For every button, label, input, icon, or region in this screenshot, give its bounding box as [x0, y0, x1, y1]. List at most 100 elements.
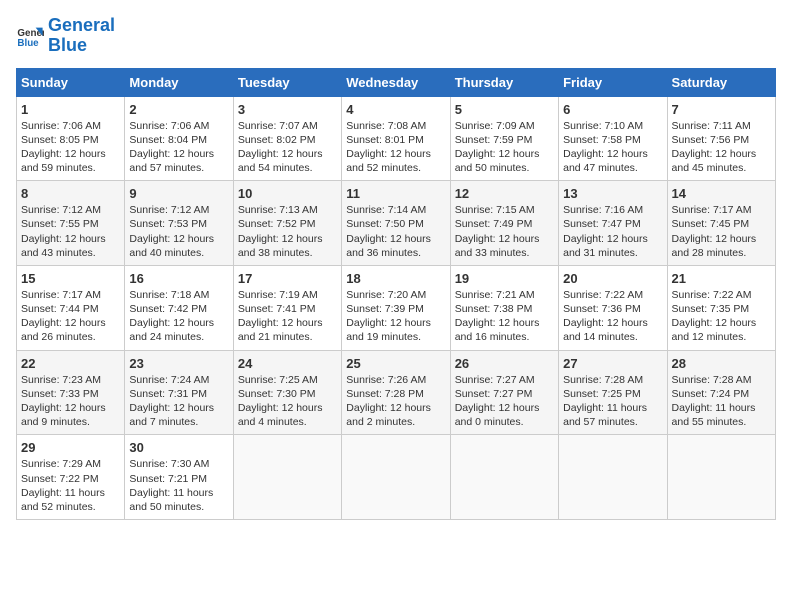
calendar-cell: 3Sunrise: 7:07 AM Sunset: 8:02 PM Daylig… [233, 96, 341, 181]
day-info: Sunrise: 7:06 AM Sunset: 8:05 PM Dayligh… [21, 119, 120, 176]
calendar-cell: 18 Sunrise: 7:20 AM Sunset: 7:39 PM Dayli… [342, 265, 450, 350]
day-info: Sunrise: 7:26 AM Sunset: 7:28 PM Dayligh… [346, 373, 445, 430]
calendar-cell: 27 Sunrise: 7:28 AM Sunset: 7:25 PM Dayli… [559, 350, 667, 435]
calendar-week-2: 8 Sunrise: 7:12 AM Sunset: 7:55 PM Daylig… [17, 181, 776, 266]
day-info: Sunrise: 7:22 AM Sunset: 7:35 PM Dayligh… [672, 288, 771, 345]
day-info: Sunrise: 7:12 AM Sunset: 7:55 PM Dayligh… [21, 203, 120, 260]
day-number: 17 [238, 271, 337, 286]
calendar-week-1: 1 Sunrise: 7:06 AM Sunset: 8:05 PM Daylig… [17, 96, 776, 181]
day-number: 20 [563, 271, 662, 286]
logo-text: GeneralBlue [48, 16, 115, 56]
day-number: 26 [455, 356, 554, 371]
day-number: 29 [21, 440, 120, 455]
calendar-cell: 9Sunrise: 7:12 AM Sunset: 7:53 PM Daylig… [125, 181, 233, 266]
calendar-cell: 15Sunrise: 7:17 AM Sunset: 7:44 PM Dayli… [17, 265, 125, 350]
day-info: Sunrise: 7:20 AM Sunset: 7:39 PM Dayligh… [346, 288, 445, 345]
calendar-cell [559, 435, 667, 520]
day-number: 22 [21, 356, 120, 371]
calendar-cell: 16 Sunrise: 7:18 AM Sunset: 7:42 PM Dayli… [125, 265, 233, 350]
day-number: 14 [672, 186, 771, 201]
calendar-cell: 28 Sunrise: 7:28 AM Sunset: 7:24 PM Dayli… [667, 350, 775, 435]
calendar-cell [450, 435, 558, 520]
calendar-week-3: 15Sunrise: 7:17 AM Sunset: 7:44 PM Dayli… [17, 265, 776, 350]
calendar-cell: 1 Sunrise: 7:06 AM Sunset: 8:05 PM Daylig… [17, 96, 125, 181]
day-number: 30 [129, 440, 228, 455]
day-number: 12 [455, 186, 554, 201]
day-info: Sunrise: 7:11 AM Sunset: 7:56 PM Dayligh… [672, 119, 771, 176]
day-info: Sunrise: 7:27 AM Sunset: 7:27 PM Dayligh… [455, 373, 554, 430]
day-number: 2 [129, 102, 228, 117]
day-info: Sunrise: 7:17 AM Sunset: 7:44 PM Dayligh… [21, 288, 120, 345]
day-number: 27 [563, 356, 662, 371]
day-number: 10 [238, 186, 337, 201]
calendar-cell: 20 Sunrise: 7:22 AM Sunset: 7:36 PM Dayli… [559, 265, 667, 350]
day-info: Sunrise: 7:12 AM Sunset: 7:53 PM Dayligh… [129, 203, 228, 260]
day-number: 23 [129, 356, 228, 371]
day-number: 5 [455, 102, 554, 117]
day-number: 11 [346, 186, 445, 201]
day-info: Sunrise: 7:28 AM Sunset: 7:25 PM Dayligh… [563, 373, 662, 430]
day-info: Sunrise: 7:28 AM Sunset: 7:24 PM Dayligh… [672, 373, 771, 430]
calendar-cell: 25 Sunrise: 7:26 AM Sunset: 7:28 PM Dayli… [342, 350, 450, 435]
calendar-cell: 10 Sunrise: 7:13 AM Sunset: 7:52 PM Dayli… [233, 181, 341, 266]
day-info: Sunrise: 7:14 AM Sunset: 7:50 PM Dayligh… [346, 203, 445, 260]
day-number: 28 [672, 356, 771, 371]
svg-text:Blue: Blue [17, 38, 39, 49]
day-info: Sunrise: 7:06 AM Sunset: 8:04 PM Dayligh… [129, 119, 228, 176]
calendar-cell: 23 Sunrise: 7:24 AM Sunset: 7:31 PM Dayli… [125, 350, 233, 435]
weekday-header-friday: Friday [559, 68, 667, 96]
calendar-week-5: 29 Sunrise: 7:29 AM Sunset: 7:22 PM Dayli… [17, 435, 776, 520]
day-number: 13 [563, 186, 662, 201]
calendar-cell: 14 Sunrise: 7:17 AM Sunset: 7:45 PM Dayli… [667, 181, 775, 266]
day-info: Sunrise: 7:30 AM Sunset: 7:21 PM Dayligh… [129, 457, 228, 514]
weekday-header-wednesday: Wednesday [342, 68, 450, 96]
day-info: Sunrise: 7:23 AM Sunset: 7:33 PM Dayligh… [21, 373, 120, 430]
calendar-cell: 5 Sunrise: 7:09 AM Sunset: 7:59 PM Daylig… [450, 96, 558, 181]
day-info: Sunrise: 7:21 AM Sunset: 7:38 PM Dayligh… [455, 288, 554, 345]
calendar-week-4: 22 Sunrise: 7:23 AM Sunset: 7:33 PM Dayli… [17, 350, 776, 435]
calendar-cell: 30 Sunrise: 7:30 AM Sunset: 7:21 PM Dayli… [125, 435, 233, 520]
calendar-cell [667, 435, 775, 520]
day-info: Sunrise: 7:08 AM Sunset: 8:01 PM Dayligh… [346, 119, 445, 176]
logo: General Blue GeneralBlue [16, 16, 115, 56]
day-info: Sunrise: 7:25 AM Sunset: 7:30 PM Dayligh… [238, 373, 337, 430]
day-number: 4 [346, 102, 445, 117]
weekday-header-saturday: Saturday [667, 68, 775, 96]
day-info: Sunrise: 7:13 AM Sunset: 7:52 PM Dayligh… [238, 203, 337, 260]
calendar-cell: 22 Sunrise: 7:23 AM Sunset: 7:33 PM Dayli… [17, 350, 125, 435]
day-number: 8 [21, 186, 120, 201]
day-info: Sunrise: 7:17 AM Sunset: 7:45 PM Dayligh… [672, 203, 771, 260]
page-header: General Blue GeneralBlue [16, 16, 776, 56]
calendar-cell: 8 Sunrise: 7:12 AM Sunset: 7:55 PM Daylig… [17, 181, 125, 266]
calendar-cell: 19 Sunrise: 7:21 AM Sunset: 7:38 PM Dayli… [450, 265, 558, 350]
day-info: Sunrise: 7:18 AM Sunset: 7:42 PM Dayligh… [129, 288, 228, 345]
day-info: Sunrise: 7:29 AM Sunset: 7:22 PM Dayligh… [21, 457, 120, 514]
day-info: Sunrise: 7:15 AM Sunset: 7:49 PM Dayligh… [455, 203, 554, 260]
calendar-table: SundayMondayTuesdayWednesdayThursdayFrid… [16, 68, 776, 520]
day-number: 19 [455, 271, 554, 286]
day-info: Sunrise: 7:22 AM Sunset: 7:36 PM Dayligh… [563, 288, 662, 345]
calendar-cell: 11 Sunrise: 7:14 AM Sunset: 7:50 PM Dayli… [342, 181, 450, 266]
calendar-cell: 26 Sunrise: 7:27 AM Sunset: 7:27 PM Dayli… [450, 350, 558, 435]
day-info: Sunrise: 7:16 AM Sunset: 7:47 PM Dayligh… [563, 203, 662, 260]
calendar-cell: 4 Sunrise: 7:08 AM Sunset: 8:01 PM Daylig… [342, 96, 450, 181]
calendar-cell: 13 Sunrise: 7:16 AM Sunset: 7:47 PM Dayli… [559, 181, 667, 266]
day-number: 16 [129, 271, 228, 286]
calendar-cell [233, 435, 341, 520]
day-number: 3 [238, 102, 337, 117]
day-number: 7 [672, 102, 771, 117]
day-info: Sunrise: 7:19 AM Sunset: 7:41 PM Dayligh… [238, 288, 337, 345]
weekday-header-thursday: Thursday [450, 68, 558, 96]
day-number: 18 [346, 271, 445, 286]
day-info: Sunrise: 7:24 AM Sunset: 7:31 PM Dayligh… [129, 373, 228, 430]
calendar-cell: 17 Sunrise: 7:19 AM Sunset: 7:41 PM Dayli… [233, 265, 341, 350]
day-number: 25 [346, 356, 445, 371]
day-number: 6 [563, 102, 662, 117]
calendar-cell: 21Sunrise: 7:22 AM Sunset: 7:35 PM Dayli… [667, 265, 775, 350]
day-info: Sunrise: 7:09 AM Sunset: 7:59 PM Dayligh… [455, 119, 554, 176]
day-info: Sunrise: 7:10 AM Sunset: 7:58 PM Dayligh… [563, 119, 662, 176]
calendar-cell: 7 Sunrise: 7:11 AM Sunset: 7:56 PM Daylig… [667, 96, 775, 181]
day-number: 1 [21, 102, 120, 117]
calendar-cell: 6 Sunrise: 7:10 AM Sunset: 7:58 PM Daylig… [559, 96, 667, 181]
calendar-cell: 2 Sunrise: 7:06 AM Sunset: 8:04 PM Daylig… [125, 96, 233, 181]
